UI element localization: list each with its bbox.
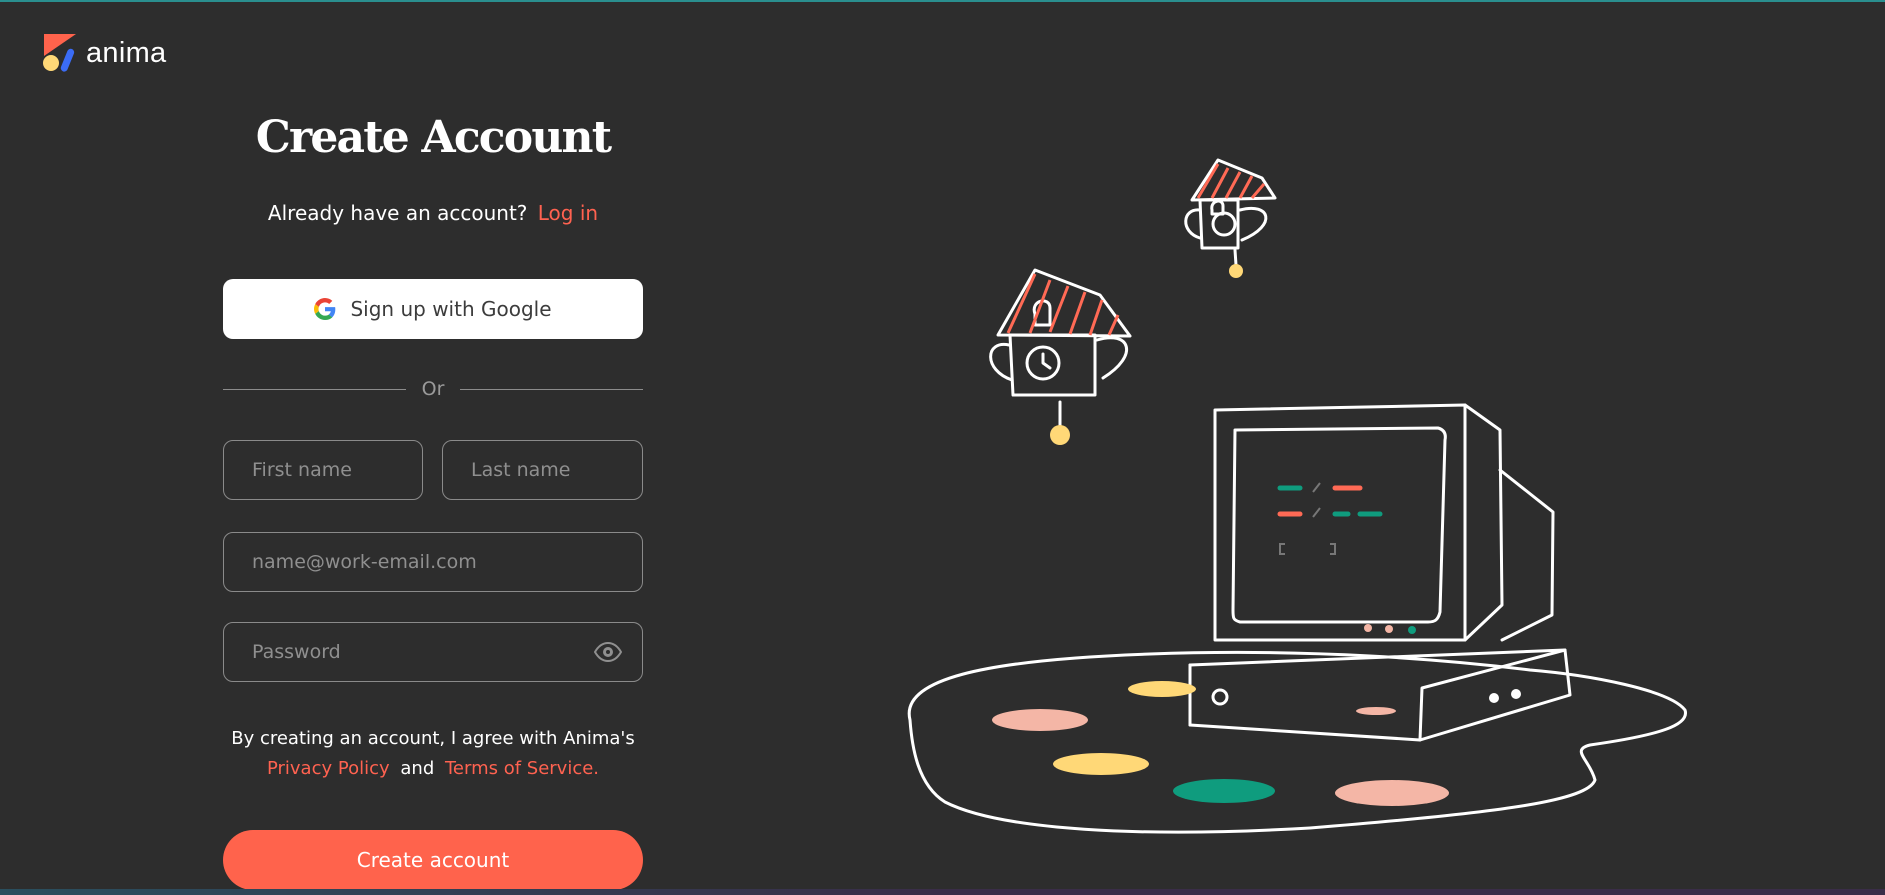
signup-page: anima Create Account Already have an acc… bbox=[0, 0, 1885, 895]
bottom-border bbox=[0, 889, 1885, 895]
divider-line-left bbox=[223, 388, 406, 390]
last-name-input[interactable] bbox=[471, 441, 642, 499]
eye-icon[interactable] bbox=[594, 642, 622, 662]
email-field[interactable] bbox=[223, 532, 643, 592]
create-account-button[interactable]: Create account bbox=[223, 830, 643, 890]
privacy-policy-link[interactable]: Privacy Policy bbox=[267, 758, 390, 779]
terms-prefix: By creating an account, I agree with Ani… bbox=[231, 728, 635, 749]
brand-name: anima bbox=[86, 36, 167, 69]
top-border bbox=[0, 0, 1885, 2]
computer-cuckoo-illustration bbox=[907, 158, 1687, 834]
or-divider: Or bbox=[223, 378, 643, 400]
first-name-input[interactable] bbox=[252, 441, 422, 499]
email-input[interactable] bbox=[252, 533, 642, 591]
terms-links-line: Privacy Policy and Terms of Service. bbox=[223, 754, 643, 784]
login-link[interactable]: Log in bbox=[538, 201, 598, 225]
terms-and: and bbox=[400, 758, 435, 779]
anima-logo[interactable]: anima bbox=[42, 34, 167, 72]
page-title: Create Account bbox=[255, 112, 612, 163]
divider-line-right bbox=[460, 388, 643, 390]
password-field[interactable] bbox=[223, 622, 643, 682]
login-prompt-line: Already have an account? Log in bbox=[223, 201, 643, 225]
anima-logo-icon bbox=[43, 34, 76, 72]
google-signup-button[interactable]: Sign up with Google bbox=[223, 279, 643, 339]
divider-text: Or bbox=[421, 378, 445, 400]
google-icon bbox=[314, 298, 336, 320]
google-button-label: Sign up with Google bbox=[350, 297, 552, 321]
password-input[interactable] bbox=[252, 623, 594, 681]
login-prompt: Already have an account? bbox=[267, 201, 528, 225]
terms-text: By creating an account, I agree with Ani… bbox=[223, 724, 643, 784]
terms-of-service-link[interactable]: Terms of Service. bbox=[445, 758, 599, 779]
first-name-field[interactable] bbox=[223, 440, 423, 500]
last-name-field[interactable] bbox=[442, 440, 643, 500]
